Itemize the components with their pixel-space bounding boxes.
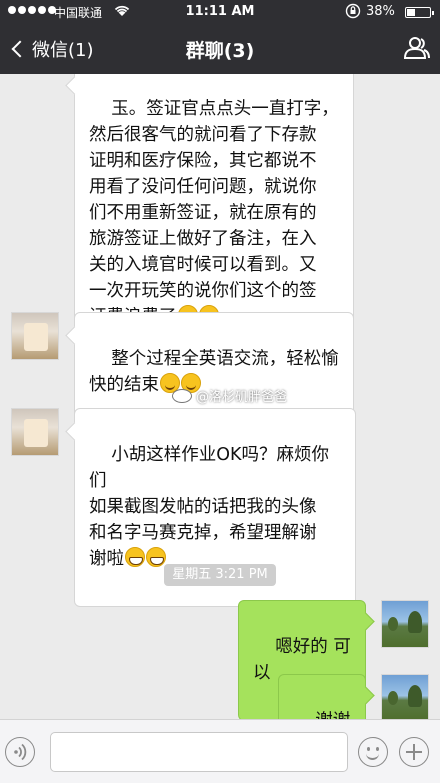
timestamp: 星期五 3:21 PM xyxy=(164,564,276,586)
avatar[interactable] xyxy=(11,312,59,360)
input-bar xyxy=(0,719,440,783)
avatar[interactable] xyxy=(11,408,59,456)
avatar[interactable] xyxy=(381,674,429,719)
nav-bar: 微信(1) 群聊(3) xyxy=(0,24,440,74)
watermark-text: @洛杉矶胖爸爸 xyxy=(196,390,288,405)
message-input[interactable] xyxy=(50,732,348,772)
message-text: 谢谢 xyxy=(315,711,350,719)
grin-emoji-icon xyxy=(125,547,145,567)
message-text: 玉。签证官点点头一直打字， 然后很客气的就问看了下存款 证明和医疗保险，其它都说… xyxy=(89,99,339,327)
battery-icon xyxy=(405,7,434,18)
watermark: @洛杉矶胖爸爸 xyxy=(172,386,287,405)
more-options-button[interactable] xyxy=(399,737,429,767)
battery-percentage: 38% xyxy=(366,4,395,19)
chat-title: 群聊(3) xyxy=(185,40,255,62)
message-bubble[interactable]: 谢谢 xyxy=(278,674,366,719)
orientation-lock-icon xyxy=(345,3,361,23)
avatar[interactable] xyxy=(381,600,429,648)
emoji-button[interactable] xyxy=(358,737,388,767)
message-text: 小胡这样作业OK吗？麻烦你们 如果截图发帖的话把我的头像 和名字马赛克掉，希望理… xyxy=(89,445,330,569)
grin-emoji-icon xyxy=(146,547,166,567)
group-profile-button[interactable] xyxy=(403,36,430,60)
chat-area[interactable]: 玉。签证官点点头一直打字， 然后很客气的就问看了下存款 证明和医疗保险，其它都说… xyxy=(0,74,440,719)
voice-button[interactable] xyxy=(5,737,35,767)
weibo-logo-icon xyxy=(172,388,192,403)
voice-icon xyxy=(14,743,27,761)
group-profile-icon xyxy=(403,37,430,59)
status-bar: 中国联通 11:11 AM 38% xyxy=(0,0,440,24)
